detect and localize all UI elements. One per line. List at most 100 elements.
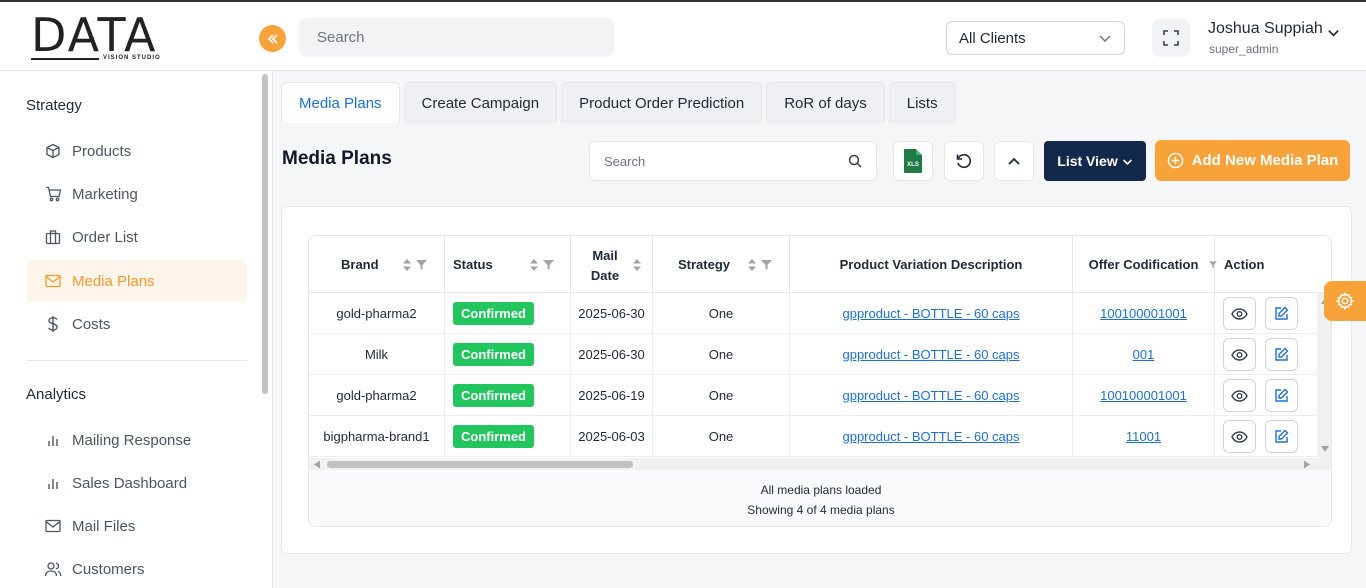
column-header-label-line1: Mail	[592, 248, 618, 263]
cell-action	[1215, 293, 1317, 334]
scroll-left-arrow-icon[interactable]	[313, 460, 321, 469]
product-variation-link[interactable]: gpproduct - BOTTLE - 60 caps	[842, 347, 1019, 362]
offer-codification-link[interactable]: 11001	[1126, 429, 1161, 444]
table-row: Milk Confirmed 2025-06-30 One gpproduct …	[309, 334, 1331, 375]
sidebar: Strategy Products Marketing Order List M…	[0, 71, 273, 588]
column-header-strategy[interactable]: Strategy	[653, 236, 790, 293]
user-menu-chevron-icon[interactable]	[1327, 26, 1340, 39]
edit-icon	[1275, 347, 1289, 361]
offer-codification-link[interactable]: 100100001001	[1100, 388, 1187, 403]
media-plans-table: Brand Status Mail Date Strategy Product …	[308, 235, 1332, 527]
export-excel-button[interactable]: XLS	[893, 141, 933, 181]
chevron-up-icon	[1008, 157, 1020, 165]
sidebar-item-marketing[interactable]: Marketing	[26, 173, 247, 215]
sort-icon[interactable]	[529, 258, 539, 272]
product-variation-link[interactable]: gpproduct - BOTTLE - 60 caps	[842, 429, 1019, 444]
sort-icon[interactable]	[402, 258, 412, 272]
bar-chart-icon	[44, 474, 62, 492]
view-button[interactable]	[1223, 379, 1256, 412]
sort-icon[interactable]	[632, 258, 642, 272]
eye-icon	[1231, 307, 1248, 320]
filter-icon[interactable]	[543, 259, 554, 270]
column-header-status[interactable]: Status	[445, 236, 571, 293]
table-search-input[interactable]: Search	[589, 141, 877, 181]
status-badge: Confirmed	[453, 302, 534, 325]
view-button[interactable]	[1223, 420, 1256, 453]
cell-brand: gold-pharma2	[309, 293, 445, 334]
tab-media-plans[interactable]: Media Plans	[281, 82, 400, 123]
add-new-media-plan-button[interactable]: Add New Media Plan	[1155, 140, 1350, 181]
edit-button[interactable]	[1265, 420, 1298, 453]
product-variation-link[interactable]: gpproduct - BOTTLE - 60 caps	[842, 306, 1019, 321]
cell-offer-codification: 11001	[1073, 416, 1215, 457]
user-name[interactable]: Joshua Suppiah	[1208, 20, 1323, 38]
sidebar-item-customers[interactable]: Customers	[26, 548, 247, 588]
global-search-input[interactable]: Search	[299, 18, 614, 57]
add-new-media-plan-label: Add New Media Plan	[1191, 152, 1339, 169]
mail-icon	[44, 272, 62, 290]
sidebar-item-mailing-response[interactable]: Mailing Response	[26, 419, 247, 461]
eye-icon	[1231, 430, 1248, 443]
sidebar-item-label: Customers	[72, 560, 145, 578]
list-view-button[interactable]: List View	[1044, 141, 1146, 181]
sidebar-item-label: Mailing Response	[72, 431, 192, 449]
column-header-product-variation[interactable]: Product Variation Description	[790, 236, 1073, 293]
sidebar-item-mail-files[interactable]: Mail Files	[26, 505, 247, 547]
client-select[interactable]: All Clients	[946, 21, 1125, 55]
horizontal-scroll-thumb[interactable]	[327, 461, 633, 468]
sidebar-item-label: Media Plans	[72, 272, 155, 290]
column-header-mail-date[interactable]: Mail Date	[571, 236, 653, 293]
chevron-down-icon	[1122, 158, 1132, 165]
settings-button[interactable]	[1324, 281, 1366, 321]
sidebar-item-sales-dashboard[interactable]: Sales Dashboard	[26, 462, 247, 504]
bar-chart-icon	[44, 431, 62, 449]
fullscreen-button[interactable]	[1152, 19, 1190, 57]
tab-ror-of-days[interactable]: RoR of days	[766, 82, 885, 123]
sidebar-item-costs[interactable]: Costs	[26, 303, 247, 345]
cell-strategy: One	[653, 375, 790, 416]
sidebar-item-media-plans[interactable]: Media Plans	[26, 260, 247, 302]
sidebar-item-order-list[interactable]: Order List	[26, 216, 247, 258]
cell-mail-date: 2025-06-30	[571, 334, 653, 375]
tab-lists[interactable]: Lists	[888, 82, 956, 123]
scroll-right-arrow-icon[interactable]	[1303, 460, 1311, 469]
cell-mail-date: 2025-06-30	[571, 293, 653, 334]
edit-button[interactable]	[1265, 297, 1298, 330]
sidebar-item-label: Costs	[72, 315, 111, 333]
sidebar-scrollbar[interactable]	[262, 74, 268, 394]
tab-create-campaign[interactable]: Create Campaign	[403, 82, 558, 123]
client-select-value: All Clients	[959, 29, 1026, 47]
row-count-text: Showing 4 of 4 media plans	[747, 503, 895, 517]
edit-button[interactable]	[1265, 379, 1298, 412]
column-header-brand[interactable]: Brand	[309, 236, 445, 293]
scroll-down-arrow-icon[interactable]	[1320, 445, 1330, 453]
tab-bar: Media Plans Create Campaign Product Orde…	[281, 82, 956, 123]
refresh-button[interactable]	[944, 141, 984, 181]
table-search-placeholder: Search	[604, 153, 646, 169]
offer-codification-link[interactable]: 100100001001	[1100, 306, 1187, 321]
logo[interactable]: DATA VISION STUDIO	[31, 12, 171, 64]
column-header-offer-codification[interactable]: Offer Codification	[1073, 236, 1217, 293]
cell-strategy: One	[653, 416, 790, 457]
filter-icon[interactable]	[761, 259, 772, 270]
edit-button[interactable]	[1265, 338, 1298, 371]
sidebar-item-products[interactable]: Products	[26, 130, 247, 172]
cell-product-variation: gpproduct - BOTTLE - 60 caps	[790, 334, 1073, 375]
cell-product-variation: gpproduct - BOTTLE - 60 caps	[790, 293, 1073, 334]
table-horizontal-scrollbar[interactable]	[309, 458, 1331, 470]
sort-icon[interactable]	[747, 258, 757, 272]
fullscreen-icon	[1163, 30, 1179, 46]
offer-codification-link[interactable]: 001	[1133, 347, 1155, 362]
tab-product-order-prediction[interactable]: Product Order Prediction	[561, 82, 763, 123]
top-header: DATA VISION STUDIO Search All Clients Jo…	[0, 2, 1366, 71]
cell-mail-date: 2025-06-03	[571, 416, 653, 457]
collapse-up-button[interactable]	[994, 141, 1034, 181]
sidebar-divider	[26, 360, 247, 361]
product-variation-link[interactable]: gpproduct - BOTTLE - 60 caps	[842, 388, 1019, 403]
filter-icon[interactable]	[416, 259, 427, 270]
view-button[interactable]	[1223, 297, 1256, 330]
cell-product-variation: gpproduct - BOTTLE - 60 caps	[790, 416, 1073, 457]
collapse-sidebar-button[interactable]	[259, 25, 286, 52]
view-button[interactable]	[1223, 338, 1256, 371]
media-plans-card: Brand Status Mail Date Strategy Product …	[281, 206, 1352, 554]
